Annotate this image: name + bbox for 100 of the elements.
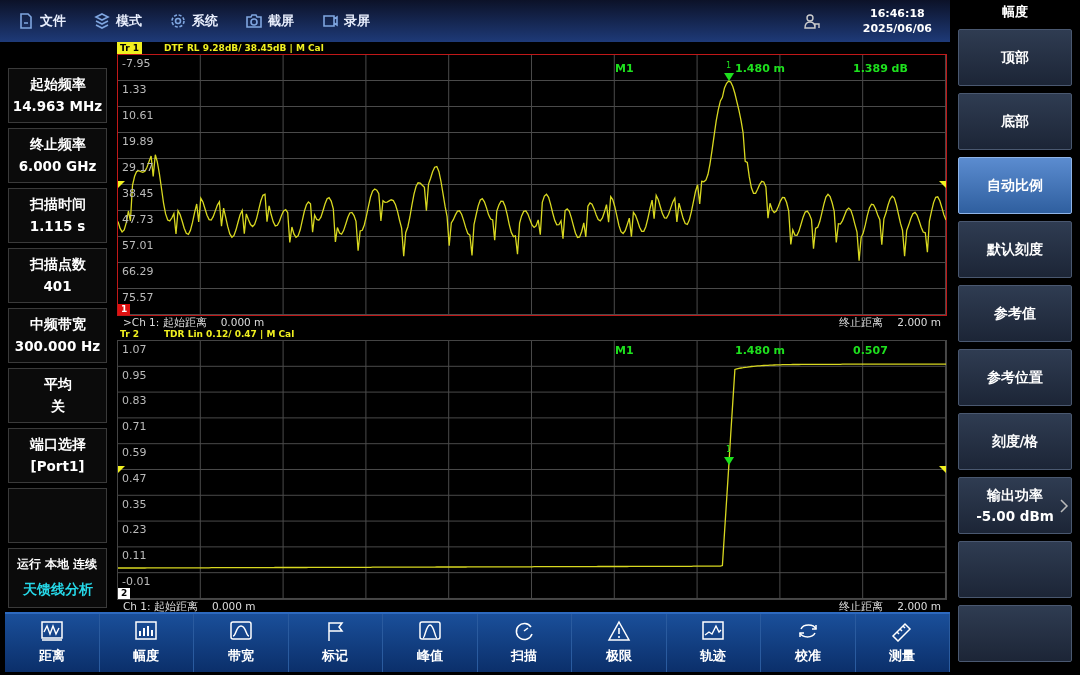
axis-label: -7.95 bbox=[122, 57, 151, 70]
setting-value: [Port1] bbox=[30, 457, 85, 477]
marker-number: 1 bbox=[726, 60, 732, 70]
warning-icon bbox=[605, 620, 632, 643]
menu-item[interactable]: 模式 bbox=[94, 11, 142, 31]
start-label: Ch 1: 起始距离 bbox=[123, 599, 198, 612]
status-modes: 运行 本地 连续 bbox=[17, 556, 98, 574]
menu-button[interactable]: 自动比例 bbox=[958, 157, 1072, 214]
menu-button[interactable]: 顶部 bbox=[958, 29, 1072, 86]
axis-label: 66.29 bbox=[122, 265, 154, 278]
marker-value: 1.389 dB bbox=[853, 62, 908, 75]
menu-title: 幅度 bbox=[1001, 3, 1029, 21]
clock-time: 16:46:18 bbox=[869, 5, 926, 21]
marker-name: M1 bbox=[615, 62, 634, 75]
waveform-icon bbox=[38, 620, 65, 643]
chevron-right-icon bbox=[1059, 498, 1069, 514]
toolbar-button[interactable]: 幅度 bbox=[99, 614, 194, 672]
menu-button[interactable]: 底部 bbox=[958, 93, 1072, 150]
setting-value: 1.115 s bbox=[29, 217, 86, 237]
axis-label: 10.61 bbox=[122, 109, 154, 122]
menu-button[interactable]: 默认刻度 bbox=[958, 221, 1072, 278]
axis-label: 0.71 bbox=[122, 421, 147, 434]
bar-chart-icon bbox=[133, 620, 160, 643]
toolbar-button[interactable]: 峰值 bbox=[383, 614, 478, 672]
trace-number: 2 bbox=[118, 587, 131, 599]
menu-button[interactable]: 刻度/格 bbox=[958, 413, 1072, 470]
file-icon bbox=[18, 12, 34, 29]
trace-info: DTF RL 9.28dB/ 38.45dB | M Cal bbox=[164, 41, 324, 54]
axis-label: 0.35 bbox=[122, 498, 147, 511]
setting-value: 6.000 GHz bbox=[18, 157, 97, 177]
start-value: 0.000 m bbox=[211, 599, 256, 612]
axis-label: 0.59 bbox=[122, 447, 147, 460]
setting-label: 中频带宽 bbox=[29, 315, 86, 335]
setting-card[interactable]: 平均 关 bbox=[8, 367, 107, 423]
axis-label: 75.57 bbox=[122, 291, 154, 304]
trace-info: TDR Lin 0.12/ 0.47 | M Cal bbox=[164, 328, 295, 340]
reference-marker-icon bbox=[939, 180, 946, 188]
menu-item[interactable]: 截屏 bbox=[246, 11, 294, 31]
setting-label: 平均 bbox=[43, 375, 72, 395]
toolbar-button[interactable]: 极限 bbox=[572, 614, 667, 672]
settings-icon bbox=[170, 12, 186, 29]
stop-label: 终止距离 bbox=[839, 599, 884, 612]
axis-label: 1.33 bbox=[122, 83, 147, 96]
marker-icon[interactable] bbox=[724, 457, 735, 465]
marker-number: 1 bbox=[726, 444, 732, 454]
setting-card[interactable]: 端口选择 [Port1] bbox=[8, 427, 107, 483]
setting-card[interactable]: 终止频率 6.000 GHz bbox=[8, 127, 107, 183]
application-name: 天馈线分析 bbox=[22, 580, 93, 600]
axis-label: 0.95 bbox=[122, 369, 147, 382]
stop-value: 2.000 m bbox=[897, 599, 941, 612]
menu-button[interactable]: 输出功率 -5.00 dBm bbox=[958, 477, 1072, 534]
setting-value: 300.000 Hz bbox=[14, 337, 101, 357]
clock-date: 2025/06/06 bbox=[862, 20, 932, 36]
setting-label: 终止频率 bbox=[29, 135, 86, 155]
toolbar-button[interactable]: 轨迹 bbox=[666, 614, 761, 672]
menu-button[interactable]: 参考值 bbox=[958, 285, 1072, 342]
trace-number: 1 bbox=[118, 303, 131, 315]
axis-label: 0.83 bbox=[122, 395, 147, 408]
line-graph-icon bbox=[700, 620, 727, 643]
toolbar-button[interactable]: 标记 bbox=[288, 614, 383, 672]
stop-label: 终止距离 bbox=[839, 315, 884, 328]
start-label: >Ch 1: 起始距离 bbox=[123, 315, 207, 328]
marker-icon[interactable] bbox=[724, 72, 735, 81]
axis-label: 57.01 bbox=[122, 239, 154, 252]
axis-label: 0.23 bbox=[122, 524, 147, 537]
bandpass-icon bbox=[227, 620, 254, 643]
menu-item[interactable]: 录屏 bbox=[322, 11, 370, 31]
user-icon[interactable] bbox=[802, 11, 821, 30]
menu-item[interactable]: 文件 bbox=[18, 11, 66, 31]
setting-value: 14.963 MHz bbox=[12, 97, 103, 117]
marker-position: 1.480 m bbox=[735, 344, 786, 357]
toolbar-button[interactable]: 距离 bbox=[5, 614, 100, 672]
setting-card[interactable]: 中频带宽 300.000 Hz bbox=[8, 307, 107, 363]
reference-marker-icon bbox=[939, 465, 946, 473]
menu-item[interactable]: 系统 bbox=[170, 11, 218, 31]
axis-label: 19.89 bbox=[122, 135, 154, 148]
toolbar-button[interactable]: 带宽 bbox=[194, 614, 289, 672]
marker-value: 0.507 bbox=[853, 344, 888, 357]
trace-label: Tr 2 bbox=[119, 327, 140, 340]
marker-position: 1.480 m bbox=[735, 62, 786, 75]
setting-card[interactable]: 扫描点数 401 bbox=[8, 247, 107, 303]
peak-icon bbox=[416, 620, 443, 643]
setting-label: 扫描点数 bbox=[29, 255, 86, 275]
stop-value: 2.000 m bbox=[897, 315, 941, 328]
toolbar-button[interactable]: 测量 bbox=[855, 614, 950, 672]
setting-card[interactable]: 起始频率 14.963 MHz bbox=[8, 67, 107, 123]
reference-marker-icon bbox=[118, 465, 125, 473]
axis-label: 0.47 bbox=[122, 472, 147, 485]
axis-label: -0.01 bbox=[122, 576, 151, 589]
setting-card[interactable]: 扫描时间 1.115 s bbox=[8, 187, 107, 243]
axis-label: 0.11 bbox=[122, 550, 147, 563]
toolbar-button[interactable]: 扫描 bbox=[477, 614, 572, 672]
setting-label: 扫描时间 bbox=[29, 195, 86, 215]
layers-icon bbox=[94, 12, 110, 29]
setting-label: 起始频率 bbox=[29, 75, 86, 95]
axis-label: 1.07 bbox=[122, 343, 147, 356]
start-value: 0.000 m bbox=[220, 315, 265, 328]
setting-value: 关 bbox=[50, 397, 65, 417]
toolbar-button[interactable]: 校准 bbox=[761, 614, 856, 672]
menu-button[interactable]: 参考位置 bbox=[958, 349, 1072, 406]
